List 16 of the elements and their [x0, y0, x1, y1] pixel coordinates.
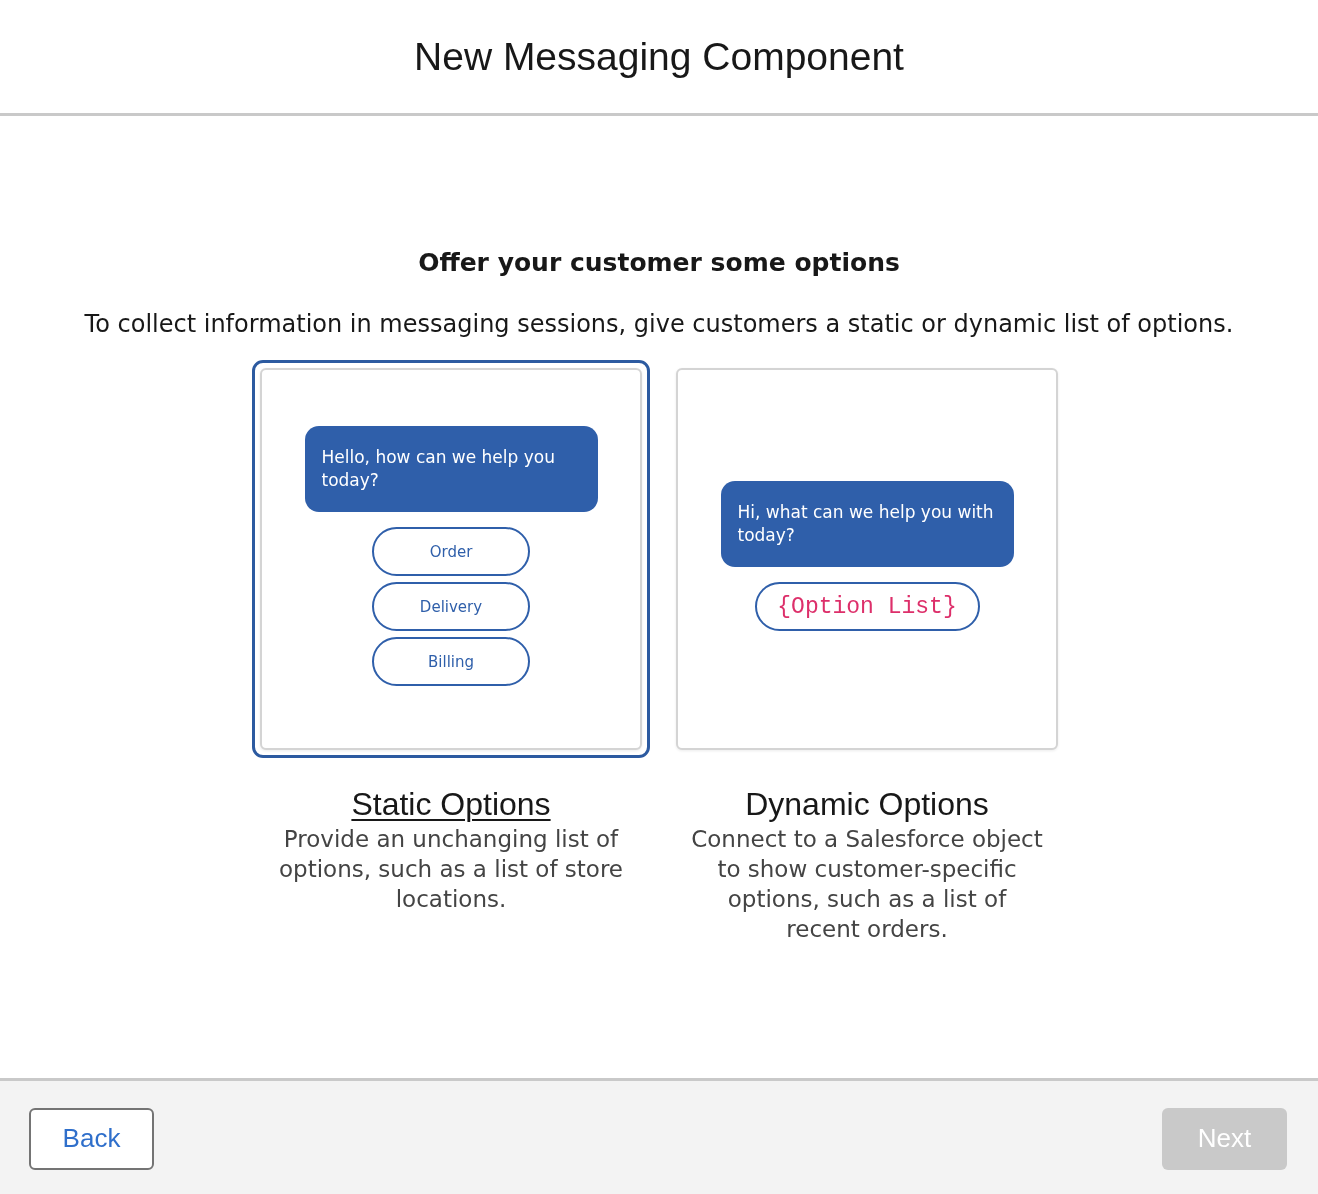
option-card[interactable]: Hello, how can we help you today? Order Delivery Billing — [252, 360, 650, 758]
option-description: Provide an unchanging list of options, such as a list of store locations. — [278, 825, 624, 914]
back-button[interactable]: Back — [29, 1107, 154, 1170]
option-title: Dynamic Options — [745, 785, 989, 823]
option-chip: Billing — [372, 637, 530, 686]
option-list-token: {Option List} — [754, 582, 980, 631]
option-title: Static Options — [351, 785, 551, 823]
section-description: To collect information in messaging sessions, give customers a static or dynamic list of options. — [84, 309, 1234, 339]
option-card[interactable]: Hi, what can we help you with today? {Option List} — [676, 368, 1058, 750]
dialog-title: New Messaging Component — [414, 33, 904, 80]
option-description: Connect to a Salesforce object to show customer-specific options, such as a list of recent orders. — [690, 825, 1044, 944]
option-chip: Order — [372, 527, 530, 576]
chat-bubble: Hi, what can we help you with today? — [720, 481, 1014, 567]
option-chip: Delivery — [372, 582, 530, 631]
chat-bubble: Hello, how can we help you today? — [304, 426, 598, 512]
section-heading: Offer your customer some options — [418, 247, 900, 279]
